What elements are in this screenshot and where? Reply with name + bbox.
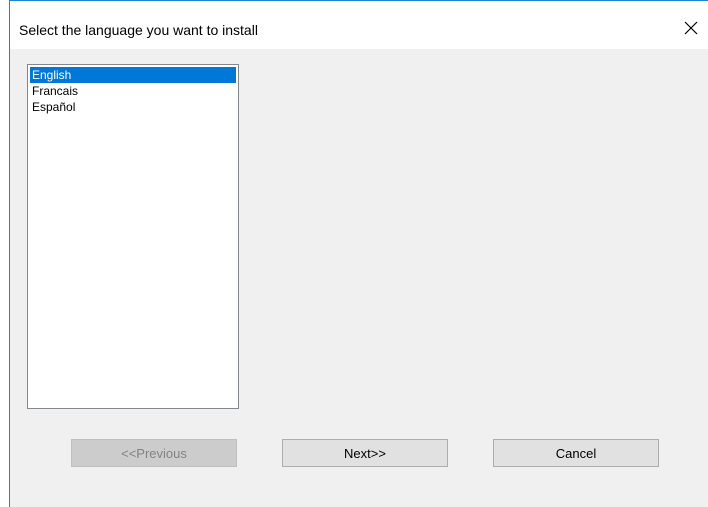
title-bar: Select the language you want to install: [10, 1, 708, 49]
dialog-title: Select the language you want to install: [19, 22, 258, 38]
close-button[interactable]: [674, 11, 708, 45]
language-listbox[interactable]: English Francais Español: [27, 64, 239, 409]
cancel-button[interactable]: Cancel: [493, 439, 659, 467]
next-button[interactable]: Next>>: [282, 439, 448, 467]
list-item-francais[interactable]: Francais: [30, 83, 236, 99]
list-item-espanol[interactable]: Español: [30, 99, 236, 115]
previous-button[interactable]: <<Previous: [71, 439, 237, 467]
list-item-english[interactable]: English: [30, 67, 236, 83]
installer-dialog: Select the language you want to install …: [9, 0, 708, 507]
close-icon: [684, 21, 698, 35]
